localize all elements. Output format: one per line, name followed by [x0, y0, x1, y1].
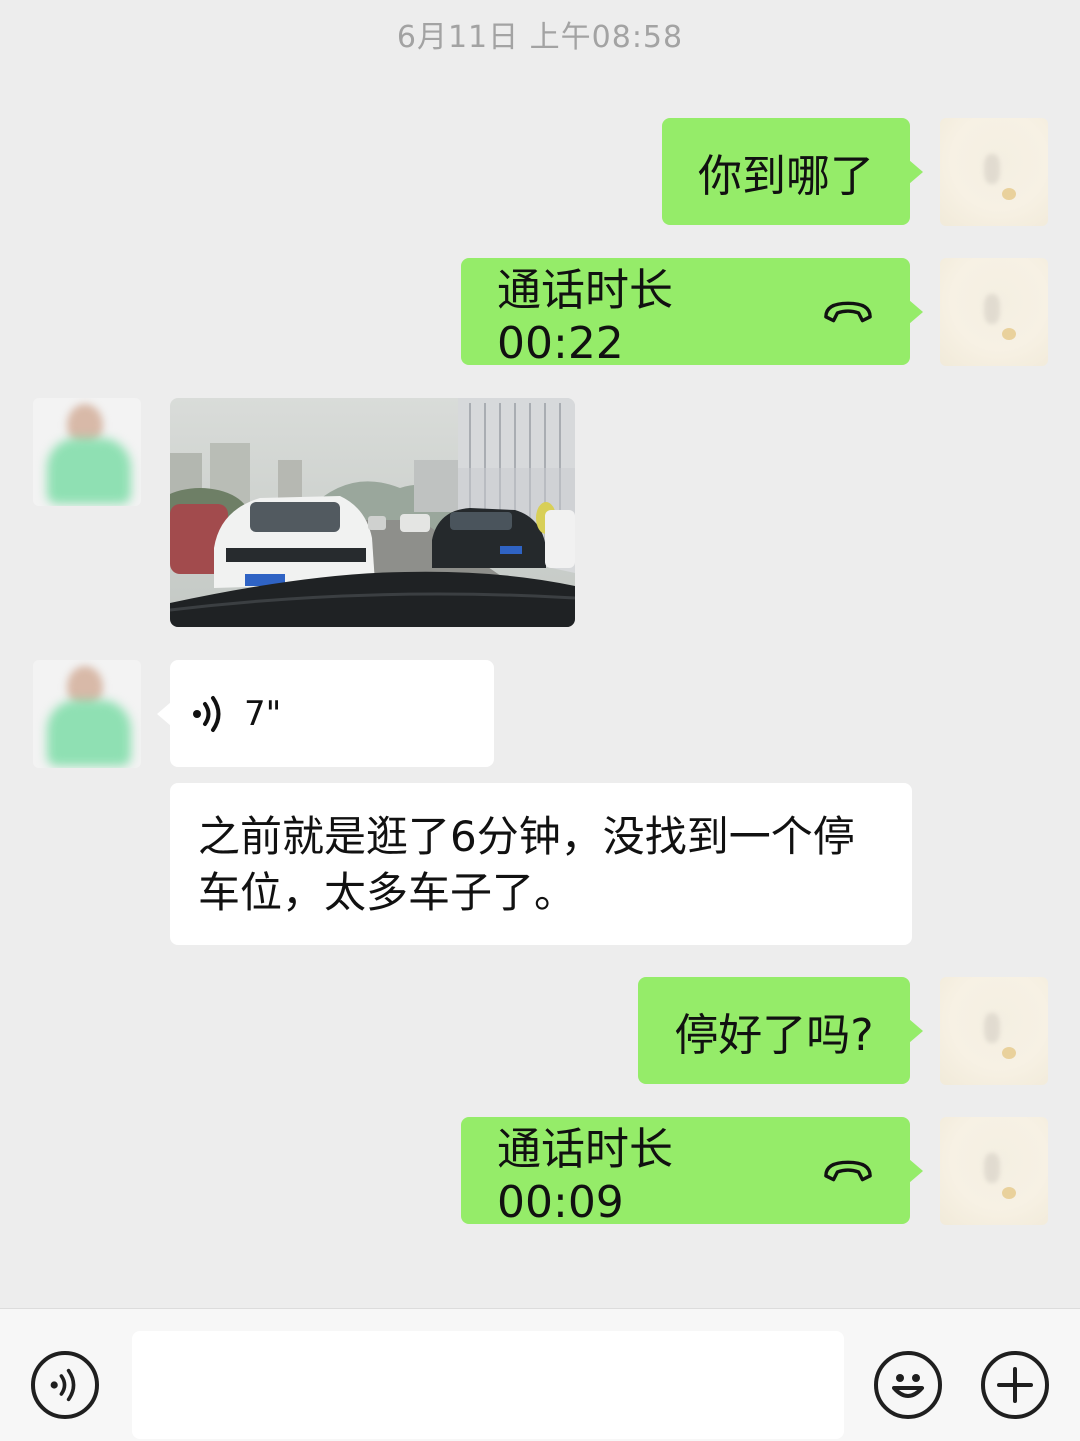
contact-avatar[interactable] — [33, 660, 141, 768]
message-text: 停好了吗? — [674, 1009, 874, 1061]
phone-hangup-icon — [824, 301, 872, 322]
voice-message-bubble[interactable]: 7" — [157, 660, 494, 767]
self-avatar[interactable] — [940, 258, 1048, 366]
voice-duration: 7" — [244, 693, 282, 734]
image-message[interactable] — [170, 398, 575, 627]
call-duration-text: 通话时长 00:22 — [497, 265, 673, 369]
message-text: 你到哪了 — [698, 150, 874, 202]
self-avatar[interactable] — [940, 118, 1048, 226]
emoji-icon — [892, 1374, 924, 1398]
voice-wave-icon — [193, 695, 221, 732]
voice-input-button[interactable] — [31, 1351, 99, 1419]
street-photo — [170, 398, 575, 627]
voice-icon — [50, 1368, 76, 1402]
call-record-bubble[interactable]: 通话时长 00:09 — [461, 1117, 923, 1228]
phone-hangup-icon — [824, 1160, 872, 1181]
self-avatar[interactable] — [940, 977, 1048, 1085]
message-input[interactable] — [132, 1331, 844, 1439]
message-bubble-self[interactable]: 你到哪了 — [662, 118, 923, 225]
message-text: 之前就是逛了6分钟，没找到一个停车位，太多车子了。 — [198, 812, 855, 917]
call-duration-text: 通话时长 00:09 — [497, 1124, 673, 1228]
plus-icon — [997, 1367, 1033, 1403]
emoji-button[interactable] — [874, 1351, 942, 1419]
self-avatar[interactable] — [940, 1117, 1048, 1225]
call-record-bubble[interactable]: 通话时长 00:22 — [461, 258, 923, 369]
more-button[interactable] — [981, 1351, 1049, 1419]
message-bubble-self[interactable]: 停好了吗? — [638, 977, 923, 1084]
message-bubble-other[interactable]: 之前就是逛了6分钟，没找到一个停车位，太多车子了。 — [170, 783, 912, 945]
chat-timestamp: 6月11日 上午08:58 — [396, 20, 684, 55]
chat-input-bar — [0, 1308, 1080, 1441]
contact-avatar[interactable] — [33, 398, 141, 506]
